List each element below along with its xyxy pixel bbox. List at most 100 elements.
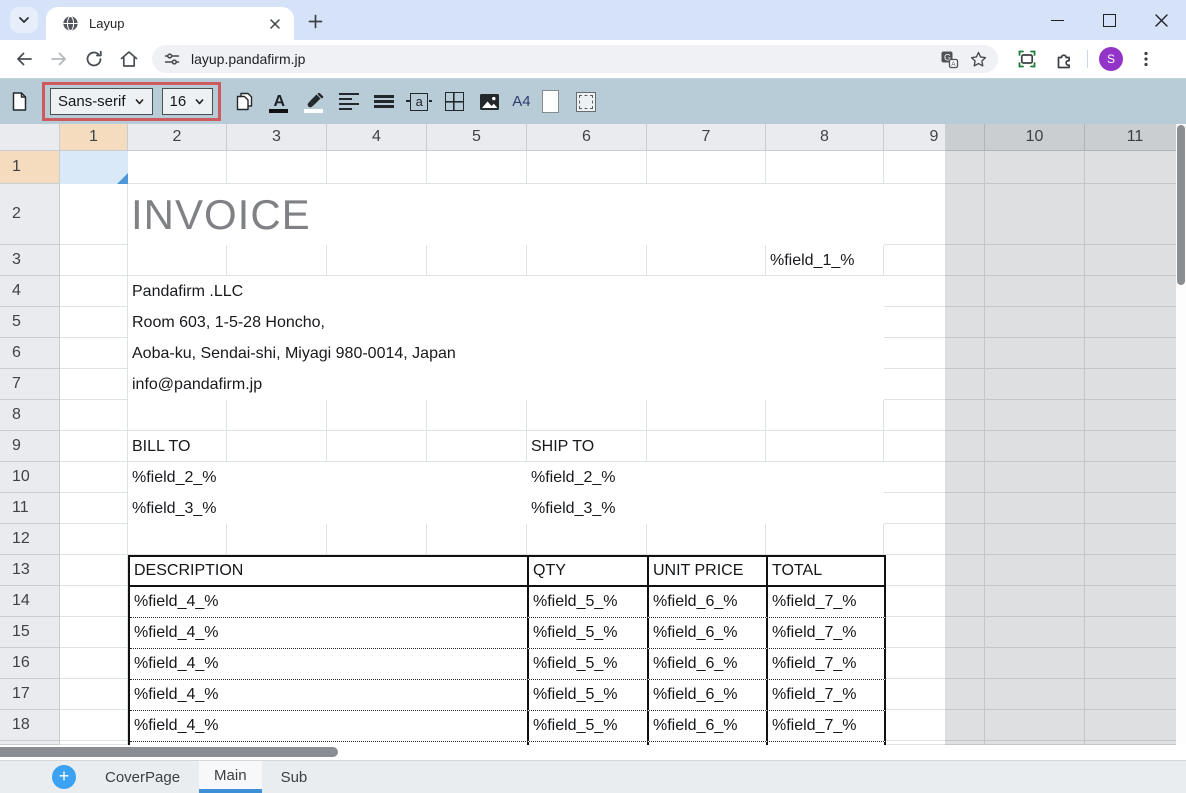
grid-cell[interactable] xyxy=(1085,400,1186,431)
tab-search-button[interactable] xyxy=(10,7,38,33)
grid-cell[interactable] xyxy=(60,184,128,245)
grid-row-header[interactable]: 12 xyxy=(0,524,60,555)
grid-cell[interactable] xyxy=(1085,369,1186,400)
close-window-button[interactable] xyxy=(1150,9,1172,31)
grid-cell[interactable] xyxy=(985,245,1085,276)
grid-cell[interactable] xyxy=(60,307,128,338)
grid-cell[interactable] xyxy=(1085,245,1186,276)
grid-cell[interactable] xyxy=(884,245,985,276)
grid-col-header[interactable]: 6 xyxy=(527,124,647,151)
grid-row-header[interactable]: 11 xyxy=(0,493,60,524)
table-header-cell[interactable]: DESCRIPTION xyxy=(130,557,529,585)
cell-borders-icon[interactable] xyxy=(442,90,466,114)
table-data-cell[interactable]: %field_4_% xyxy=(130,618,529,648)
grid-cell[interactable] xyxy=(60,369,128,400)
grid-cell[interactable] xyxy=(527,400,647,431)
grid-cell[interactable] xyxy=(1085,586,1186,617)
grid-row-header[interactable]: 9 xyxy=(0,431,60,462)
home-icon[interactable] xyxy=(117,47,141,71)
table-clipped-cell[interactable] xyxy=(649,742,768,745)
grid-row-header[interactable]: 16 xyxy=(0,648,60,679)
text-fit-icon[interactable]: a xyxy=(406,90,433,114)
grid-cell[interactable] xyxy=(427,400,527,431)
grid-cell[interactable] xyxy=(1085,493,1186,524)
forward-icon[interactable] xyxy=(47,47,71,71)
grid-cell[interactable] xyxy=(884,369,985,400)
grid-cell[interactable] xyxy=(227,524,327,555)
grid-cell[interactable] xyxy=(1085,555,1186,586)
grid-col-header[interactable]: 3 xyxy=(227,124,327,151)
grid-cell[interactable] xyxy=(985,462,1085,493)
grid-cell[interactable] xyxy=(1085,679,1186,710)
sheet-tab-coverpage[interactable]: CoverPage xyxy=(90,761,195,793)
grid-cell[interactable] xyxy=(884,276,985,307)
grid-row-header[interactable]: 13 xyxy=(0,555,60,586)
grid-cell[interactable] xyxy=(884,338,985,369)
table-header-cell[interactable]: TOTAL xyxy=(768,557,886,585)
grid-cell[interactable] xyxy=(60,431,128,462)
grid-cell[interactable] xyxy=(647,151,766,184)
grid-cell[interactable] xyxy=(766,524,884,555)
table-data-cell[interactable]: %field_7_% xyxy=(768,711,886,741)
font-size-select[interactable]: 16 xyxy=(161,88,214,115)
new-document-icon[interactable] xyxy=(7,90,31,114)
grid-cell[interactable] xyxy=(60,524,128,555)
grid-cell[interactable] xyxy=(327,431,427,462)
grid-cell[interactable] xyxy=(1085,617,1186,648)
vertical-align-icon[interactable] xyxy=(372,90,396,114)
grid-cell[interactable] xyxy=(60,679,128,710)
extensions-puzzle-icon[interactable] xyxy=(1052,47,1076,71)
grid-cell[interactable] xyxy=(60,555,128,586)
add-sheet-button[interactable]: + xyxy=(52,765,76,789)
table-clipped-cell[interactable] xyxy=(130,742,529,745)
grid-cell[interactable] xyxy=(1085,462,1186,493)
insert-image-icon[interactable] xyxy=(477,90,501,114)
grid-row-header[interactable]: 4 xyxy=(0,276,60,307)
cell-bill-to[interactable]: BILL TO xyxy=(128,431,227,462)
grid-cell[interactable] xyxy=(985,493,1085,524)
fill-color-icon[interactable] xyxy=(302,90,326,114)
grid-cell[interactable] xyxy=(884,555,985,586)
table-data-cell[interactable]: %field_4_% xyxy=(130,711,529,741)
grid-cell[interactable] xyxy=(227,245,327,276)
table-data-cell[interactable]: %field_7_% xyxy=(768,680,886,710)
grid-cell[interactable] xyxy=(884,462,985,493)
grid-cell[interactable] xyxy=(985,151,1085,184)
grid-col-header[interactable]: 7 xyxy=(647,124,766,151)
table-data-cell[interactable]: %field_4_% xyxy=(130,649,529,679)
grid-cell[interactable] xyxy=(327,400,427,431)
table-data-cell[interactable]: %field_6_% xyxy=(649,587,768,617)
cell-field-2-bill[interactable]: %field_2_% xyxy=(128,462,527,493)
translate-icon[interactable]: GA xyxy=(939,49,959,69)
grid-row-header[interactable]: 17 xyxy=(0,679,60,710)
cell-company-address-2[interactable]: Aoba-ku, Sendai-shi, Miyagi 980-0014, Ja… xyxy=(128,338,884,369)
grid-row-header[interactable]: 2 xyxy=(0,184,60,245)
grid-cell[interactable] xyxy=(527,524,647,555)
grid-cell[interactable] xyxy=(884,679,985,710)
grid-cell[interactable] xyxy=(427,151,527,184)
grid-col-header[interactable]: 5 xyxy=(427,124,527,151)
grid-cell[interactable] xyxy=(884,710,985,741)
grid-col-header[interactable]: 10 xyxy=(985,124,1085,151)
grid-col-header[interactable]: 9 xyxy=(884,124,985,151)
table-data-cell[interactable]: %field_7_% xyxy=(768,587,886,617)
table-data-cell[interactable]: %field_4_% xyxy=(130,587,529,617)
grid-cell[interactable] xyxy=(985,679,1085,710)
table-clipped-cell[interactable] xyxy=(529,742,649,745)
maximize-button[interactable] xyxy=(1098,9,1120,31)
grid-cell[interactable] xyxy=(60,586,128,617)
grid-cell[interactable] xyxy=(884,307,985,338)
grid-cell[interactable] xyxy=(1085,307,1186,338)
page-size-label[interactable]: A4 xyxy=(512,93,530,110)
grid-cell[interactable] xyxy=(1085,524,1186,555)
grid-cell[interactable] xyxy=(985,617,1085,648)
table-data-cell[interactable]: %field_6_% xyxy=(649,618,768,648)
table-data-cell[interactable]: %field_5_% xyxy=(529,587,649,617)
font-family-select[interactable]: Sans-serif xyxy=(50,88,153,115)
grid-cell[interactable] xyxy=(985,555,1085,586)
grid-cell[interactable] xyxy=(327,151,427,184)
grid-cell[interactable] xyxy=(327,524,427,555)
font-color-icon[interactable]: A xyxy=(267,90,291,114)
cell-field-3-bill[interactable]: %field_3_% xyxy=(128,493,527,524)
cell-company-name[interactable]: Pandafirm .LLC xyxy=(128,276,884,307)
